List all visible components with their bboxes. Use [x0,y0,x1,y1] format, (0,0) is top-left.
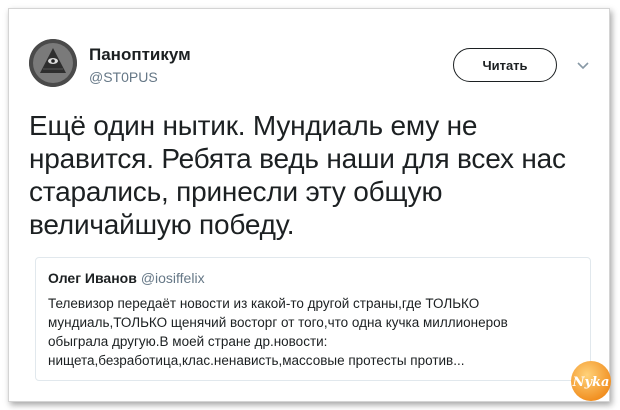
tweet-card: Паноптикум @ST0PUS Читать Ещё один нытик… [8,8,611,402]
chevron-down-icon[interactable] [575,57,591,73]
quoted-author: Олег Иванов @iosiffelix [48,270,205,286]
follow-button[interactable]: Читать [453,48,557,82]
quoted-author-name[interactable]: Олег Иванов [48,270,137,286]
quoted-author-handle[interactable]: @iosiffelix [141,270,205,286]
svg-text:Nyka: Nyka [572,375,610,390]
tweet-text: Ещё один нытик. Мундиаль ему не нравится… [29,110,566,240]
quoted-tweet[interactable]: Олег Иванов @iosiffelix Телевизор передаё… [35,257,591,381]
watermark-logo: Nyka [571,361,611,401]
author-handle[interactable]: @ST0PUS [89,69,158,85]
author-name[interactable]: Паноптикум [89,45,191,65]
quoted-tweet-text: Телевизор передаёт новости из какой-то д… [48,296,508,368]
author-avatar[interactable] [29,39,77,87]
